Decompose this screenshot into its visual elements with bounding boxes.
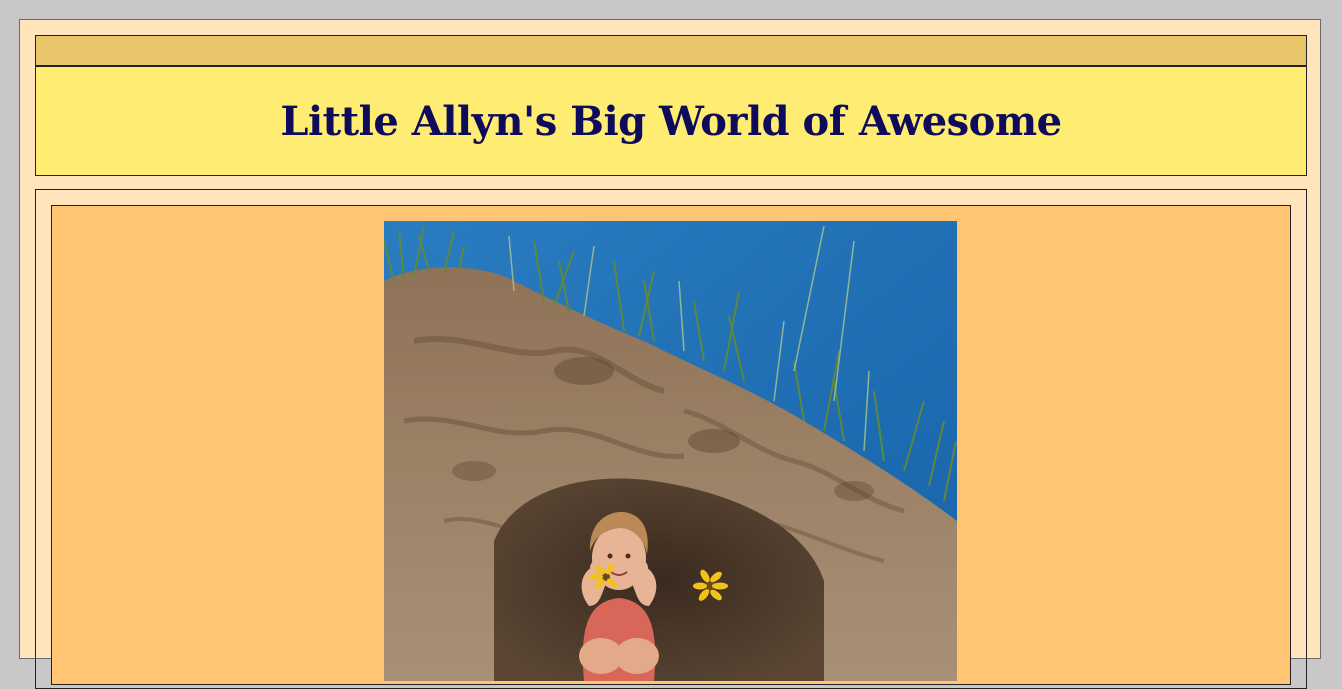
site-title: Little Allyn's Big World of Awesome	[280, 97, 1062, 145]
page-frame: Little Allyn's Big World of Awesome	[19, 19, 1321, 689]
content-area	[35, 189, 1307, 689]
header-strip	[36, 36, 1306, 67]
content-panel	[51, 205, 1291, 685]
child-in-sand-cave-photo	[384, 221, 957, 681]
header: Little Allyn's Big World of Awesome	[35, 35, 1307, 176]
